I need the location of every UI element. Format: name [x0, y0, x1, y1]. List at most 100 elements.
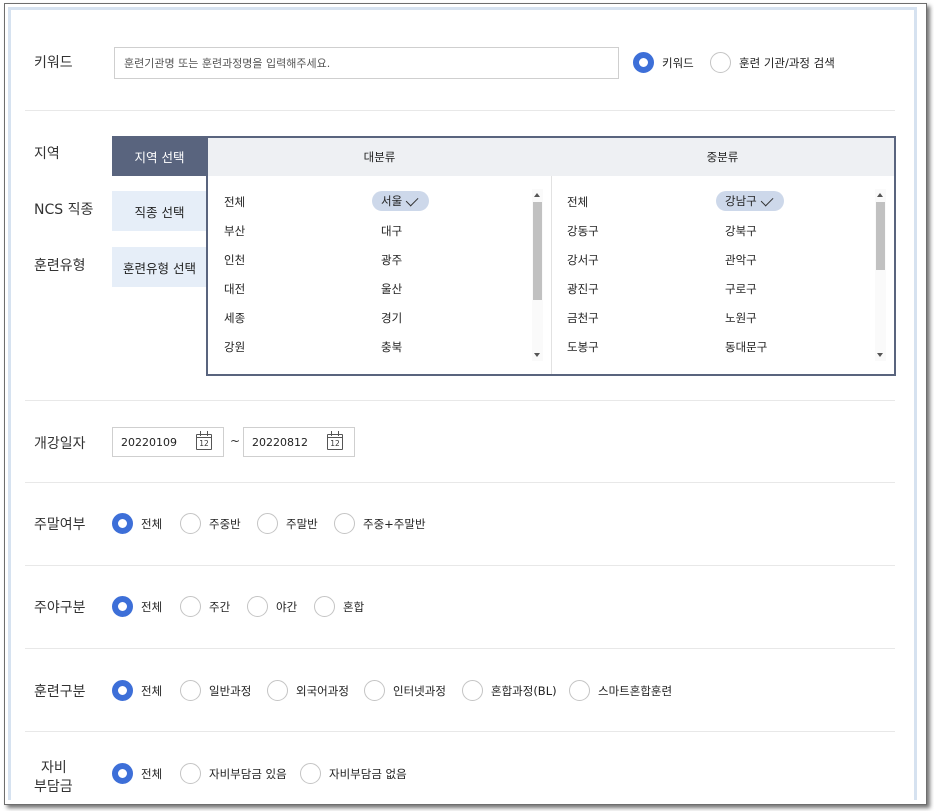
region-major-item[interactable]: 세종: [224, 310, 245, 326]
radio-daynight-all[interactable]: 전체: [112, 596, 162, 617]
radio-icon: [462, 680, 483, 701]
radio-icon: [180, 513, 201, 534]
radio-label: 전체: [141, 599, 163, 614]
radio-training-all[interactable]: 전체: [112, 680, 162, 701]
radio-icon: [300, 763, 321, 784]
calendar-icon[interactable]: 12: [327, 431, 343, 450]
radio-mixed[interactable]: 혼합: [314, 596, 364, 617]
radio-weekend-all[interactable]: 전체: [112, 513, 162, 534]
radio-icon: [633, 52, 654, 73]
radio-label: 키워드: [662, 55, 694, 70]
region-minor-item[interactable]: 강서구: [567, 252, 599, 268]
scroll-up-icon[interactable]: [877, 193, 883, 197]
radio-icon: [710, 52, 731, 73]
radio-internet-course[interactable]: 인터넷과정: [364, 680, 446, 701]
tab-region-select[interactable]: 지역 선택: [112, 136, 207, 176]
radio-icon: [314, 596, 335, 617]
end-date-value: 20220812: [252, 436, 308, 449]
radio-icon: [180, 680, 201, 701]
region-minor-item[interactable]: 금천구: [567, 310, 599, 326]
radio-icon: [364, 680, 385, 701]
radio-icon: [112, 763, 133, 784]
calendar-icon[interactable]: 12: [196, 431, 212, 450]
region-major-item[interactable]: 광주: [381, 252, 402, 268]
radio-general-course[interactable]: 일반과정: [180, 680, 251, 701]
radio-self-pay-yes[interactable]: 자비부담금 있음: [180, 763, 287, 784]
check-icon: [405, 193, 419, 206]
weekend-label: 주말여부: [34, 517, 86, 533]
start-date-field[interactable]: 20220109 12: [112, 427, 224, 457]
radio-weekend[interactable]: 주말반: [257, 513, 318, 534]
radio-weekday-weekend[interactable]: 주중+주말반: [334, 513, 426, 534]
radio-keyword[interactable]: 키워드: [633, 52, 694, 73]
major-scrollbar[interactable]: [532, 189, 543, 361]
end-date-field[interactable]: 20220812 12: [243, 427, 355, 457]
region-minor-item[interactable]: 관악구: [725, 252, 757, 268]
training-type-label: 훈련유형: [34, 258, 86, 274]
region-minor-item[interactable]: 노원구: [725, 310, 757, 326]
radio-label: 자비부담금 있음: [209, 766, 287, 781]
scrollbar-thumb[interactable]: [876, 202, 885, 270]
radio-label: 전체: [141, 516, 163, 531]
minor-scrollbar[interactable]: [875, 189, 886, 361]
region-major-item[interactable]: 울산: [381, 281, 402, 297]
region-minor-item[interactable]: 도봉구: [567, 339, 599, 355]
radio-weekday[interactable]: 주중반: [180, 513, 241, 534]
radio-icon: [247, 596, 268, 617]
radio-self-pay-all[interactable]: 전체: [112, 763, 162, 784]
region-major-item[interactable]: 부산: [224, 223, 245, 239]
region-minor-item-selected[interactable]: 강남구: [716, 191, 784, 211]
radio-label: 자비부담금 없음: [329, 766, 407, 781]
chip-label: 강남구: [725, 194, 757, 208]
radio-self-pay-no[interactable]: 자비부담금 없음: [300, 763, 407, 784]
radio-day[interactable]: 주간: [180, 596, 230, 617]
radio-label: 주중반: [209, 516, 241, 531]
search-input[interactable]: [114, 47, 619, 79]
region-major-item[interactable]: 충북: [381, 339, 402, 355]
radio-label: 주중+주말반: [363, 516, 426, 531]
region-major-item[interactable]: 인천: [224, 252, 245, 268]
scroll-down-icon[interactable]: [877, 353, 883, 357]
radio-label: 일반과정: [209, 683, 252, 698]
scroll-down-icon[interactable]: [534, 353, 540, 357]
region-major-item[interactable]: 대전: [224, 281, 245, 297]
region-minor-item[interactable]: 강동구: [567, 223, 599, 239]
radio-label: 훈련 기관/과정 검색: [739, 55, 835, 70]
region-minor-item[interactable]: 강북구: [725, 223, 757, 239]
keyword-label: 키워드: [34, 55, 73, 71]
region-major-item[interactable]: 경기: [381, 310, 402, 326]
region-major-item[interactable]: 강원: [224, 339, 245, 355]
start-date-value: 20220109: [121, 436, 177, 449]
date-range-separator: ~: [230, 434, 241, 448]
radio-icon: [112, 680, 133, 701]
radio-icon: [257, 513, 278, 534]
radio-icon: [569, 680, 590, 701]
radio-icon: [267, 680, 288, 701]
radio-label: 외국어과정: [296, 683, 349, 698]
radio-org-course-search[interactable]: 훈련 기관/과정 검색: [710, 52, 835, 73]
region-major-item-selected[interactable]: 서울: [372, 191, 430, 211]
radio-language-course[interactable]: 외국어과정: [267, 680, 349, 701]
radio-icon: [180, 763, 201, 784]
check-icon: [760, 193, 774, 206]
region-major-item[interactable]: 대구: [381, 223, 402, 239]
tab-training-type-select[interactable]: 훈련유형 선택: [112, 247, 207, 287]
region-minor-item[interactable]: 구로구: [725, 281, 757, 297]
column-divider: [551, 176, 552, 374]
region-minor-item[interactable]: 전체: [567, 194, 588, 210]
divider: [25, 565, 895, 566]
scroll-up-icon[interactable]: [534, 193, 540, 197]
radio-label: 스마트혼합훈련: [598, 683, 673, 698]
region-label: 지역: [34, 146, 60, 162]
radio-blended-course[interactable]: 혼합과정(BL): [462, 680, 557, 701]
minor-category-header: 중분류: [706, 150, 739, 164]
tab-ncs-select[interactable]: 직종 선택: [112, 191, 207, 231]
scrollbar-thumb[interactable]: [533, 202, 542, 300]
self-pay-label-line2: 부담금: [34, 779, 73, 795]
region-major-item[interactable]: 전체: [224, 194, 245, 210]
radio-smart-blended[interactable]: 스마트혼합훈련: [569, 680, 672, 701]
region-panel: 대분류 중분류 전체 서울 부산 대구 인천 광주 대전 울산 세종 경기 강원…: [206, 136, 896, 376]
region-minor-item[interactable]: 동대문구: [725, 339, 767, 355]
region-minor-item[interactable]: 광진구: [567, 281, 599, 297]
radio-night[interactable]: 야간: [247, 596, 297, 617]
